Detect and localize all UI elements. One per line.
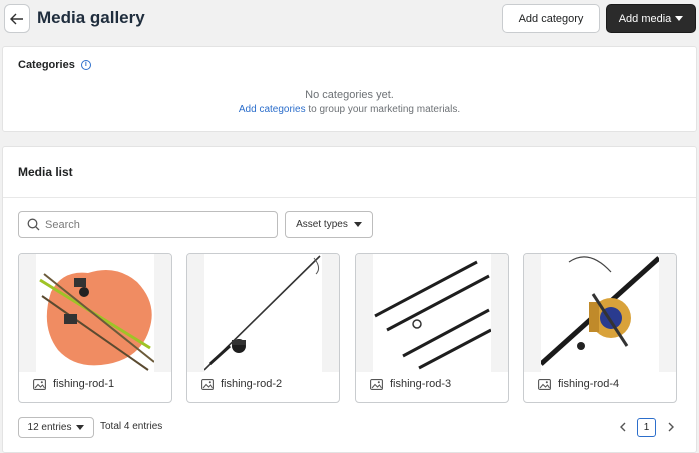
page-number-button[interactable]: 1: [637, 418, 656, 437]
entries-per-page-dropdown[interactable]: 12 entries: [18, 417, 94, 438]
back-arrow-icon: [10, 13, 23, 24]
empty-state-suffix: to group your marketing materials.: [305, 104, 461, 115]
chevron-down-icon: [675, 16, 684, 21]
add-media-label: Add media: [618, 12, 672, 25]
add-categories-link[interactable]: Add categories: [239, 104, 306, 115]
search-field[interactable]: [18, 211, 278, 238]
image-icon: [538, 378, 551, 390]
categories-title: Categories: [18, 59, 75, 71]
page-title: Media gallery: [37, 8, 145, 27]
media-name: fishing-rod-4: [558, 378, 620, 390]
prev-page-button[interactable]: [615, 419, 629, 435]
media-list-title: Media list: [18, 165, 73, 179]
image-icon: [370, 378, 383, 390]
asset-types-label: Asset types: [296, 219, 348, 230]
media-tile-label: fishing-rod-1: [33, 378, 114, 390]
search-icon: [27, 218, 40, 231]
media-thumbnail-image: [36, 254, 154, 372]
chevron-down-icon: [353, 222, 362, 227]
empty-state-hint: Add categories to group your marketing m…: [3, 104, 696, 115]
empty-state-message: No categories yet.: [305, 89, 394, 101]
media-thumbnail-image: [373, 254, 491, 372]
categories-heading: Categories i: [18, 59, 91, 71]
total-entries: Total 4 entries: [100, 421, 163, 432]
info-icon[interactable]: i: [80, 60, 91, 70]
image-icon: [33, 378, 46, 390]
media-thumbnail: [19, 254, 171, 372]
media-tile-label: fishing-rod-2: [201, 378, 282, 390]
chevron-right-icon: [668, 422, 674, 432]
media-thumbnail-image: [541, 254, 659, 372]
chevron-down-icon: [76, 425, 85, 430]
media-thumbnail: [187, 254, 339, 372]
categories-card: Categories i No categories yet. Add cate…: [2, 46, 697, 132]
media-name: fishing-rod-1: [53, 378, 115, 390]
add-category-button[interactable]: Add category: [502, 4, 600, 33]
page-header: Media gallery Add category Add media: [0, 0, 699, 40]
media-tile-label: fishing-rod-4: [538, 378, 619, 390]
media-tile[interactable]: fishing-rod-4: [523, 253, 677, 403]
media-thumbnail: [356, 254, 508, 372]
media-tile-label: fishing-rod-3: [370, 378, 451, 390]
image-icon: [201, 378, 214, 390]
media-list-card: Media list Asset types: [2, 146, 697, 453]
back-button[interactable]: [4, 4, 30, 33]
search-input[interactable]: [45, 218, 265, 231]
next-page-button[interactable]: [664, 419, 678, 435]
asset-types-dropdown[interactable]: Asset types: [285, 211, 373, 238]
entries-label: 12 entries: [27, 422, 72, 433]
media-thumbnail-image: [204, 254, 322, 372]
add-category-label: Add category: [518, 12, 584, 25]
media-tile[interactable]: fishing-rod-1: [18, 253, 172, 403]
media-name: fishing-rod-3: [390, 378, 452, 390]
media-thumbnail: [524, 254, 676, 372]
media-tile[interactable]: fishing-rod-2: [186, 253, 340, 403]
divider: [3, 197, 696, 198]
media-tile[interactable]: fishing-rod-3: [355, 253, 509, 403]
add-media-button[interactable]: Add media: [606, 4, 696, 33]
media-name: fishing-rod-2: [221, 378, 283, 390]
chevron-left-icon: [619, 422, 625, 432]
